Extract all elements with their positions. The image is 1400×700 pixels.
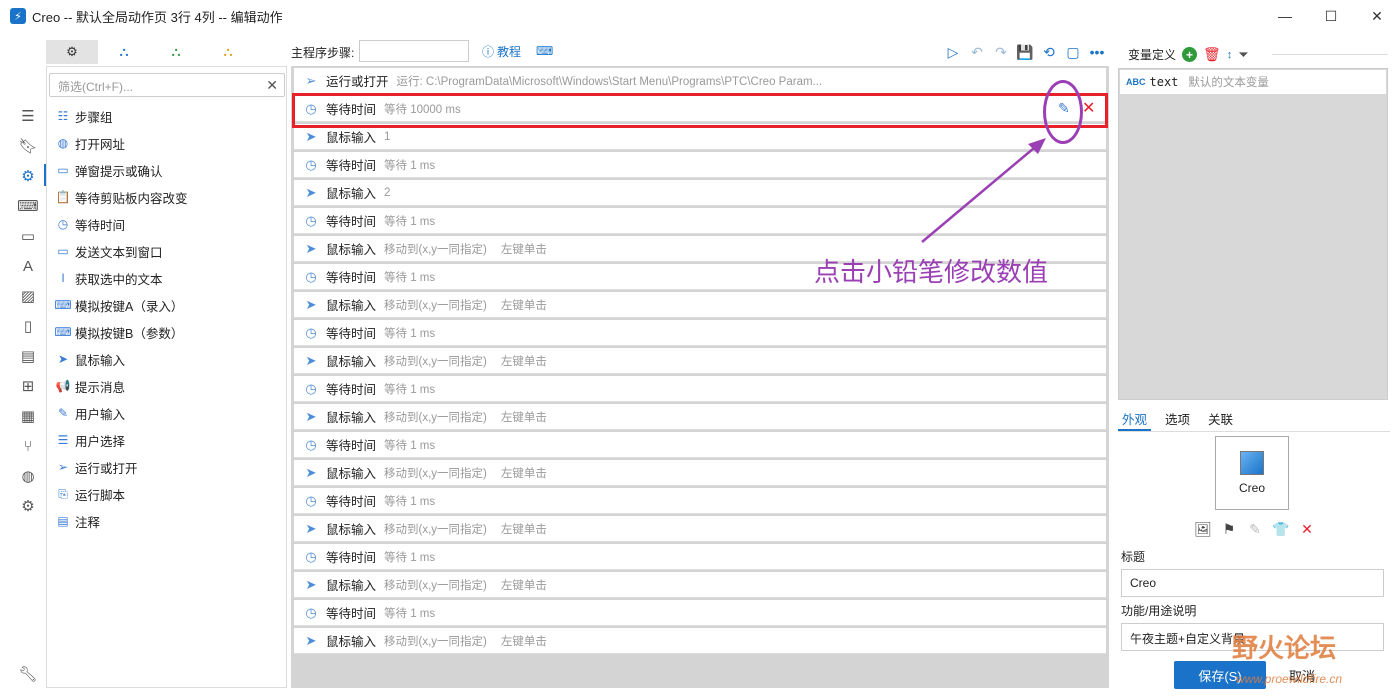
appearance-tabs: 外观 选项 关联 <box>1118 404 1390 432</box>
tab-appearance[interactable]: 外观 <box>1118 404 1152 431</box>
remove-icon[interactable]: ✕ <box>1294 518 1320 540</box>
creo-app-icon <box>1240 451 1264 475</box>
image-icon[interactable]: 🖼 <box>1190 518 1216 540</box>
variable-name: text <box>1149 75 1179 89</box>
filter-icon[interactable]: ⏷ <box>1238 47 1248 63</box>
variable-list: ABC text 默认的文本变量 <box>1118 68 1388 400</box>
sort-icon[interactable]: ↕ <box>1227 49 1233 61</box>
shirt-icon[interactable]: 👕 <box>1268 518 1294 540</box>
variables-header: 变量定义 + 🗑︎ ↕ ⏷ <box>1128 46 1249 63</box>
preview-toolbar: 🖼 ⚑ ✎ 👕 ✕ <box>1190 518 1320 540</box>
delete-variable-icon[interactable]: 🗑︎ <box>1203 46 1221 63</box>
variable-desc: 默认的文本变量 <box>1188 77 1269 89</box>
flag-icon[interactable]: ⚑ <box>1216 518 1242 540</box>
title-field[interactable]: Creo <box>1121 569 1384 597</box>
tab-options[interactable]: 选项 <box>1161 404 1194 431</box>
preview-label: Creo <box>1238 481 1265 495</box>
watermark-url: www.proewildfire.cn <box>1236 672 1343 686</box>
tab-related[interactable]: 关联 <box>1204 404 1237 431</box>
icon-preview[interactable]: Creo <box>1215 436 1289 510</box>
divider <box>1272 54 1388 55</box>
watermark-logo: 野火论坛 <box>1232 634 1337 664</box>
text-type-icon: ABC <box>1126 77 1146 87</box>
eyedropper-icon[interactable]: ✎ <box>1242 518 1268 540</box>
variable-row[interactable]: ABC text 默认的文本变量 <box>1120 70 1386 94</box>
title-label: 标题 <box>1121 550 1146 564</box>
add-variable-icon[interactable]: + <box>1182 47 1198 62</box>
variables-label: 变量定义 <box>1128 48 1177 62</box>
description-label: 功能/用途说明 <box>1121 604 1197 618</box>
annotation-text: 点击小铅笔修改数值 <box>814 258 1049 288</box>
